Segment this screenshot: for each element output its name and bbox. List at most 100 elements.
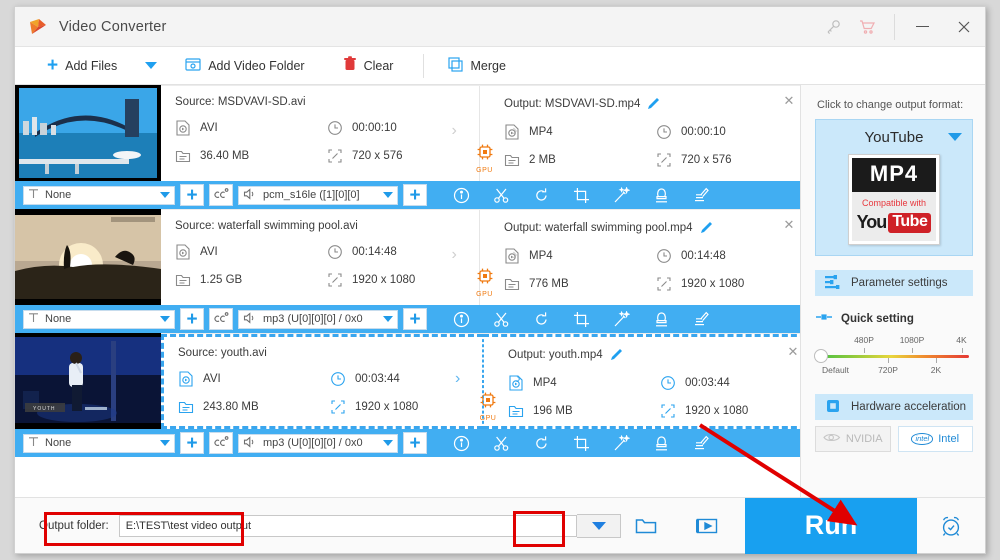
file-list[interactable]: Source: MSDVAVI-SD.avi AVI 00:00:10 36.4… xyxy=(15,85,801,497)
toolbar-divider xyxy=(423,53,425,78)
source-meta-row-2: 1.25 GB 1920 x 1080 xyxy=(175,272,479,288)
chevron-down-icon xyxy=(160,440,170,446)
closed-caption-button[interactable] xyxy=(209,184,233,206)
subtitle-value: None xyxy=(45,189,72,201)
watermark-icon[interactable] xyxy=(641,305,681,333)
clock-icon xyxy=(660,375,676,391)
output-duration: 00:00:10 xyxy=(656,124,800,140)
add-audio-button[interactable]: + xyxy=(403,432,427,454)
closed-caption-button[interactable] xyxy=(209,308,233,330)
clear-button[interactable]: Clear xyxy=(337,47,400,85)
video-thumbnail[interactable] xyxy=(15,85,161,181)
subtitle-icon[interactable] xyxy=(681,305,721,333)
cut-icon[interactable] xyxy=(481,429,521,457)
intel-chip[interactable]: intel Intel xyxy=(897,426,973,452)
cut-icon[interactable] xyxy=(481,181,521,209)
nvidia-chip[interactable]: NVIDIA xyxy=(815,426,891,452)
output-folder-dropdown-button[interactable] xyxy=(577,513,621,538)
output-format-card[interactable]: YouTube MP4 Compatible with You Tube xyxy=(815,119,973,256)
alarm-button[interactable] xyxy=(917,498,985,554)
audio-track-select[interactable]: pcm_s16le ([1][0][0] xyxy=(238,185,398,205)
application-window: Video Converter + Add Files Add Video Fo… xyxy=(14,6,986,554)
rotate-icon[interactable] xyxy=(521,181,561,209)
slider-label-480p: 480P xyxy=(854,335,874,345)
merge-button[interactable]: Merge xyxy=(442,47,511,85)
quality-slider[interactable]: 480P 1080P 4K Default 720P 2K xyxy=(814,335,973,378)
info-icon[interactable] xyxy=(441,181,481,209)
add-subtitle-button[interactable]: + xyxy=(180,432,204,454)
remove-file-button[interactable]: ✕ xyxy=(786,345,800,359)
source-duration: 00:14:48 xyxy=(327,244,479,260)
open-folder-button[interactable] xyxy=(623,498,669,554)
watermark-icon[interactable] xyxy=(641,429,681,457)
key-icon[interactable] xyxy=(816,7,850,47)
format-header[interactable]: YouTube xyxy=(824,126,964,148)
text-icon xyxy=(28,436,39,450)
crop-icon[interactable] xyxy=(561,305,601,333)
add-audio-button[interactable]: + xyxy=(403,184,427,206)
audio-track-select[interactable]: mp3 (U[0][0][0] / 0x0 xyxy=(238,309,398,329)
cut-icon[interactable] xyxy=(481,305,521,333)
source-format: AVI xyxy=(175,120,327,136)
subtitle-select[interactable]: None xyxy=(23,433,175,453)
video-thumbnail[interactable] xyxy=(15,209,161,305)
crop-icon[interactable] xyxy=(561,181,601,209)
crop-icon[interactable] xyxy=(561,429,601,457)
subtitle-icon[interactable] xyxy=(681,429,721,457)
add-video-folder-button[interactable]: Add Video Folder xyxy=(179,47,310,85)
effect-icon[interactable] xyxy=(601,305,641,333)
source-resolution: 1920 x 1080 xyxy=(330,399,482,415)
add-files-chevron-down-icon[interactable] xyxy=(145,62,158,69)
source-format: AVI xyxy=(175,244,327,260)
edit-pencil-icon[interactable] xyxy=(700,220,714,236)
output-format-sidebar: Click to change output format: YouTube M… xyxy=(801,85,985,497)
add-subtitle-button[interactable]: + xyxy=(180,308,204,330)
quick-setting-label: Quick setting xyxy=(841,312,914,325)
run-button[interactable]: Run xyxy=(745,497,917,554)
file-row[interactable]: YOUTH Source: youth.avi AVI 00:03:44 243… xyxy=(15,333,800,429)
minimize-button[interactable] xyxy=(901,7,943,47)
info-icon[interactable] xyxy=(441,305,481,333)
slider-top-labels: 480P 1080P 4K xyxy=(819,335,969,348)
folder-add-icon xyxy=(185,57,201,75)
subtitle-select[interactable]: None xyxy=(23,309,175,329)
output-folder-input[interactable]: E:\TEST\test video output xyxy=(118,514,577,537)
sidebar-hint: Click to change output format: xyxy=(817,99,964,111)
add-files-button[interactable]: + Add Files xyxy=(15,47,123,85)
add-subtitle-button[interactable]: + xyxy=(180,184,204,206)
output-pane: Output: youth.mp4 MP4 00:03:44 196 MB 19… xyxy=(483,334,800,429)
source-size: 243.80 MB xyxy=(178,399,330,415)
video-thumbnail[interactable]: YOUTH xyxy=(15,333,161,429)
effect-icon[interactable] xyxy=(601,181,641,209)
output-meta-row-1: MP4 00:00:10 xyxy=(504,124,800,140)
source-duration: 00:03:44 xyxy=(330,371,482,387)
app-title: Video Converter xyxy=(59,18,167,35)
media-folder-button[interactable] xyxy=(669,498,745,554)
subtitle-select[interactable]: None xyxy=(23,185,175,205)
rotate-icon[interactable] xyxy=(521,429,561,457)
subtitle-icon[interactable] xyxy=(681,181,721,209)
merge-label: Merge xyxy=(470,58,506,73)
file-row[interactable]: Source: waterfall swimming pool.avi AVI xyxy=(15,209,800,305)
audio-track-select[interactable]: mp3 (U[0][0][0] / 0x0 xyxy=(238,433,398,453)
effect-icon[interactable] xyxy=(601,429,641,457)
file-row[interactable]: Source: MSDVAVI-SD.avi AVI 00:00:10 36.4… xyxy=(15,85,800,181)
rotate-icon[interactable] xyxy=(521,305,561,333)
hardware-acceleration-button[interactable]: Hardware acceleration xyxy=(815,394,973,420)
closed-caption-button[interactable] xyxy=(209,432,233,454)
parameter-settings-button[interactable]: Parameter settings xyxy=(815,270,973,296)
cart-icon[interactable] xyxy=(850,7,884,47)
strip-tool-icons xyxy=(441,305,721,333)
remove-file-button[interactable]: ✕ xyxy=(782,218,796,232)
add-audio-button[interactable]: + xyxy=(403,308,427,330)
edit-pencil-icon[interactable] xyxy=(610,347,624,363)
info-icon[interactable] xyxy=(441,429,481,457)
file-action-strip: None + pcm_s16le ([1][0][0] + xyxy=(15,181,800,209)
close-button[interactable] xyxy=(943,7,985,47)
watermark-icon[interactable] xyxy=(641,181,681,209)
thumbnail-image-sunset xyxy=(15,209,161,305)
chevron-down-icon[interactable] xyxy=(948,133,962,141)
source-size: 36.40 MB xyxy=(175,148,327,164)
remove-file-button[interactable]: ✕ xyxy=(782,94,796,108)
edit-pencil-icon[interactable] xyxy=(648,96,661,112)
